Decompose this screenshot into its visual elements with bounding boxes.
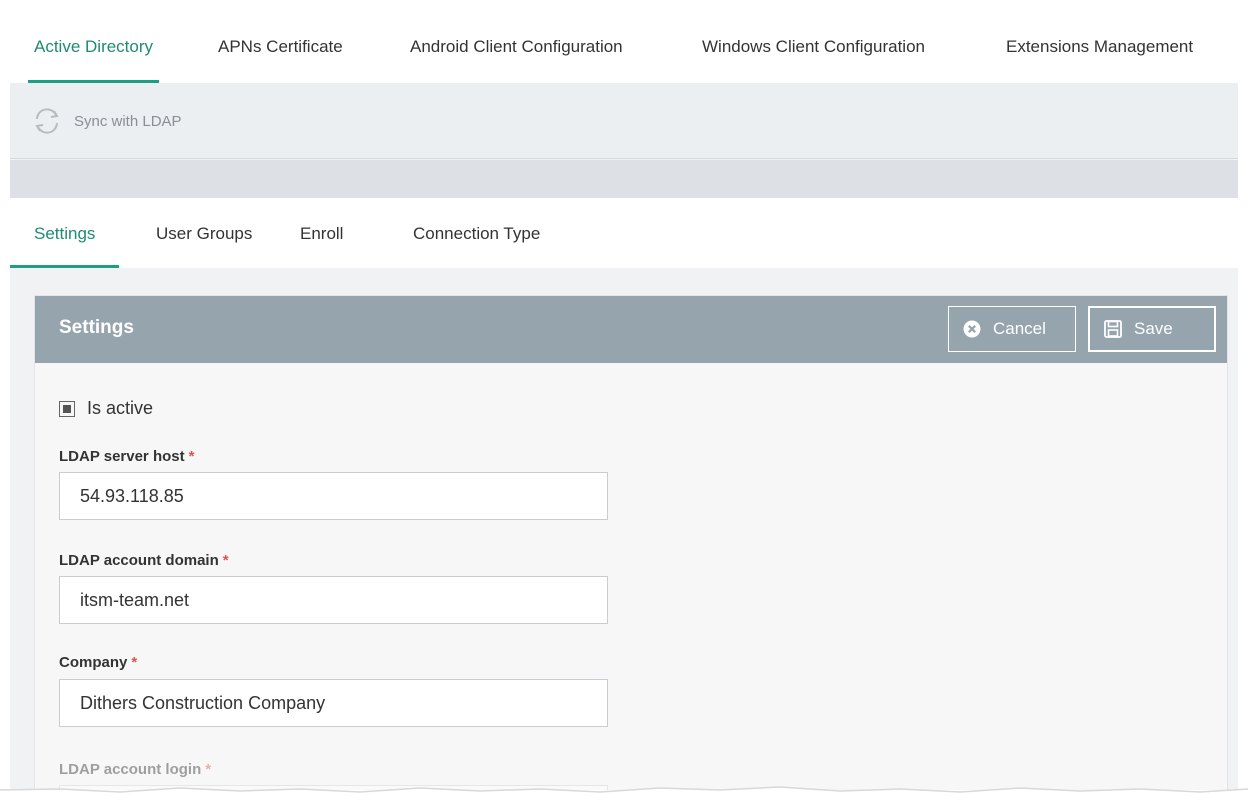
cancel-icon bbox=[963, 320, 981, 338]
company-input[interactable] bbox=[59, 679, 608, 727]
save-button[interactable]: Save bbox=[1088, 306, 1216, 352]
sync-with-ldap-button[interactable]: Sync with LDAP bbox=[32, 83, 182, 159]
tab-label: Active Directory bbox=[34, 37, 154, 56]
tab-apns-certificate[interactable]: APNs Certificate bbox=[218, 10, 343, 83]
tab-settings[interactable]: Settings bbox=[10, 198, 120, 268]
ldap-account-domain-label: LDAP account domain * bbox=[59, 552, 229, 569]
tab-label: Enroll bbox=[300, 224, 344, 243]
ldap-account-domain-input[interactable] bbox=[59, 576, 608, 624]
tab-user-groups[interactable]: User Groups bbox=[156, 198, 252, 268]
sub-tab-bar: Settings User Groups Enroll Connection T… bbox=[10, 198, 1238, 268]
is-active-row: Is active bbox=[59, 398, 153, 419]
checkbox-mark-icon bbox=[63, 404, 71, 413]
tab-extensions-management[interactable]: Extensions Management bbox=[1006, 10, 1193, 83]
required-marker: * bbox=[188, 448, 195, 465]
field-label-text: LDAP server host bbox=[59, 448, 185, 465]
torn-edge bbox=[0, 786, 1248, 801]
cancel-label: Cancel bbox=[993, 319, 1046, 338]
active-tab-indicator bbox=[10, 265, 120, 268]
tab-label: Connection Type bbox=[413, 224, 541, 243]
save-label: Save bbox=[1134, 319, 1173, 338]
tab-active-directory[interactable]: Active Directory bbox=[28, 10, 160, 83]
panel-header: Settings Cancel Save bbox=[35, 296, 1227, 363]
tab-connection-type[interactable]: Connection Type bbox=[413, 198, 540, 268]
field-label-text: LDAP account domain bbox=[59, 552, 219, 569]
required-marker: * bbox=[131, 654, 138, 671]
settings-panel: Settings Cancel Save Is active LDAP serv… bbox=[34, 295, 1228, 790]
panel-title: Settings bbox=[59, 317, 134, 338]
section-divider bbox=[10, 160, 1238, 198]
tab-label: Extensions Management bbox=[1006, 37, 1194, 56]
sync-label: Sync with LDAP bbox=[74, 112, 182, 130]
tab-label: User Groups bbox=[156, 224, 253, 243]
app-frame: Active Directory APNs Certificate Androi… bbox=[10, 10, 1238, 790]
required-marker: * bbox=[222, 552, 229, 569]
is-active-checkbox[interactable] bbox=[59, 400, 75, 417]
field-label-text: Company bbox=[59, 654, 128, 671]
ldap-server-host-label: LDAP server host * bbox=[59, 448, 194, 465]
sync-icon bbox=[32, 106, 62, 136]
toolbar: Sync with LDAP bbox=[10, 83, 1238, 159]
tab-enroll[interactable]: Enroll bbox=[300, 198, 343, 268]
cancel-button[interactable]: Cancel bbox=[948, 306, 1076, 352]
tab-label: Windows Client Configuration bbox=[702, 37, 925, 56]
tab-label: Android Client Configuration bbox=[410, 37, 623, 56]
tab-android-client-configuration[interactable]: Android Client Configuration bbox=[410, 10, 623, 83]
tab-label: Settings bbox=[34, 224, 96, 243]
tab-label: APNs Certificate bbox=[218, 37, 343, 56]
is-active-label: Is active bbox=[87, 398, 154, 418]
save-icon bbox=[1104, 320, 1122, 338]
tab-windows-client-configuration[interactable]: Windows Client Configuration bbox=[702, 10, 925, 83]
top-tab-bar: Active Directory APNs Certificate Androi… bbox=[10, 10, 1238, 83]
ldap-server-host-input[interactable] bbox=[59, 472, 608, 520]
company-label: Company * bbox=[59, 654, 137, 671]
